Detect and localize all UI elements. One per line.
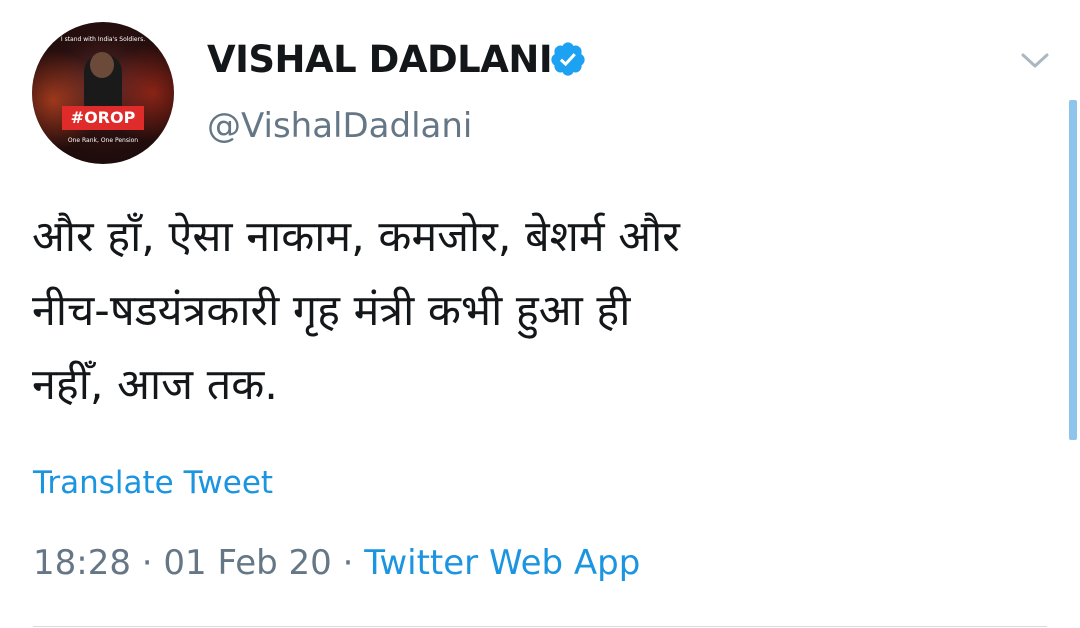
verified-badge-icon (551, 42, 585, 76)
meta-separator: · (342, 543, 354, 583)
tweet-time[interactable]: 18:28 (33, 543, 131, 583)
tweet-date[interactable]: 01 Feb 20 (163, 543, 331, 583)
tweet-card: I stand with India's Soldiers. #OROP One… (0, 0, 1080, 628)
tweet-line: नीच-षडयंत्रकारी गृह मंत्री कभी हुआ ही (32, 286, 631, 336)
avatar[interactable]: I stand with India's Soldiers. #OROP One… (32, 22, 174, 164)
scrollbar[interactable] (1069, 100, 1077, 440)
display-name[interactable]: VISHAL DADLANI (207, 38, 553, 81)
chevron-down-icon[interactable] (1018, 46, 1052, 74)
meta-separator: · (141, 543, 153, 583)
divider (33, 626, 1047, 627)
avatar-banner-text: I stand with India's Soldiers. (60, 36, 146, 43)
avatar-tag: #OROP (62, 106, 144, 130)
tweet-line: और हाँ, ऐसा नाकाम, कमजोर, बेशर्म और (32, 212, 680, 262)
translate-tweet-link[interactable]: Translate Tweet (33, 465, 273, 501)
avatar-subtitle: One Rank, One Pension (67, 137, 139, 144)
avatar-head (90, 52, 114, 78)
tweet-meta: 18:28 · 01 Feb 20 · Twitter Web App (33, 543, 640, 583)
tweet-text: और हाँ, ऐसा नाकाम, कमजोर, बेशर्म और नीच-… (32, 200, 1022, 422)
tweet-line: नहीँ, आज तक. (32, 360, 278, 410)
user-handle[interactable]: @VishalDadlani (207, 106, 472, 146)
tweet-source-link[interactable]: Twitter Web App (364, 543, 640, 583)
